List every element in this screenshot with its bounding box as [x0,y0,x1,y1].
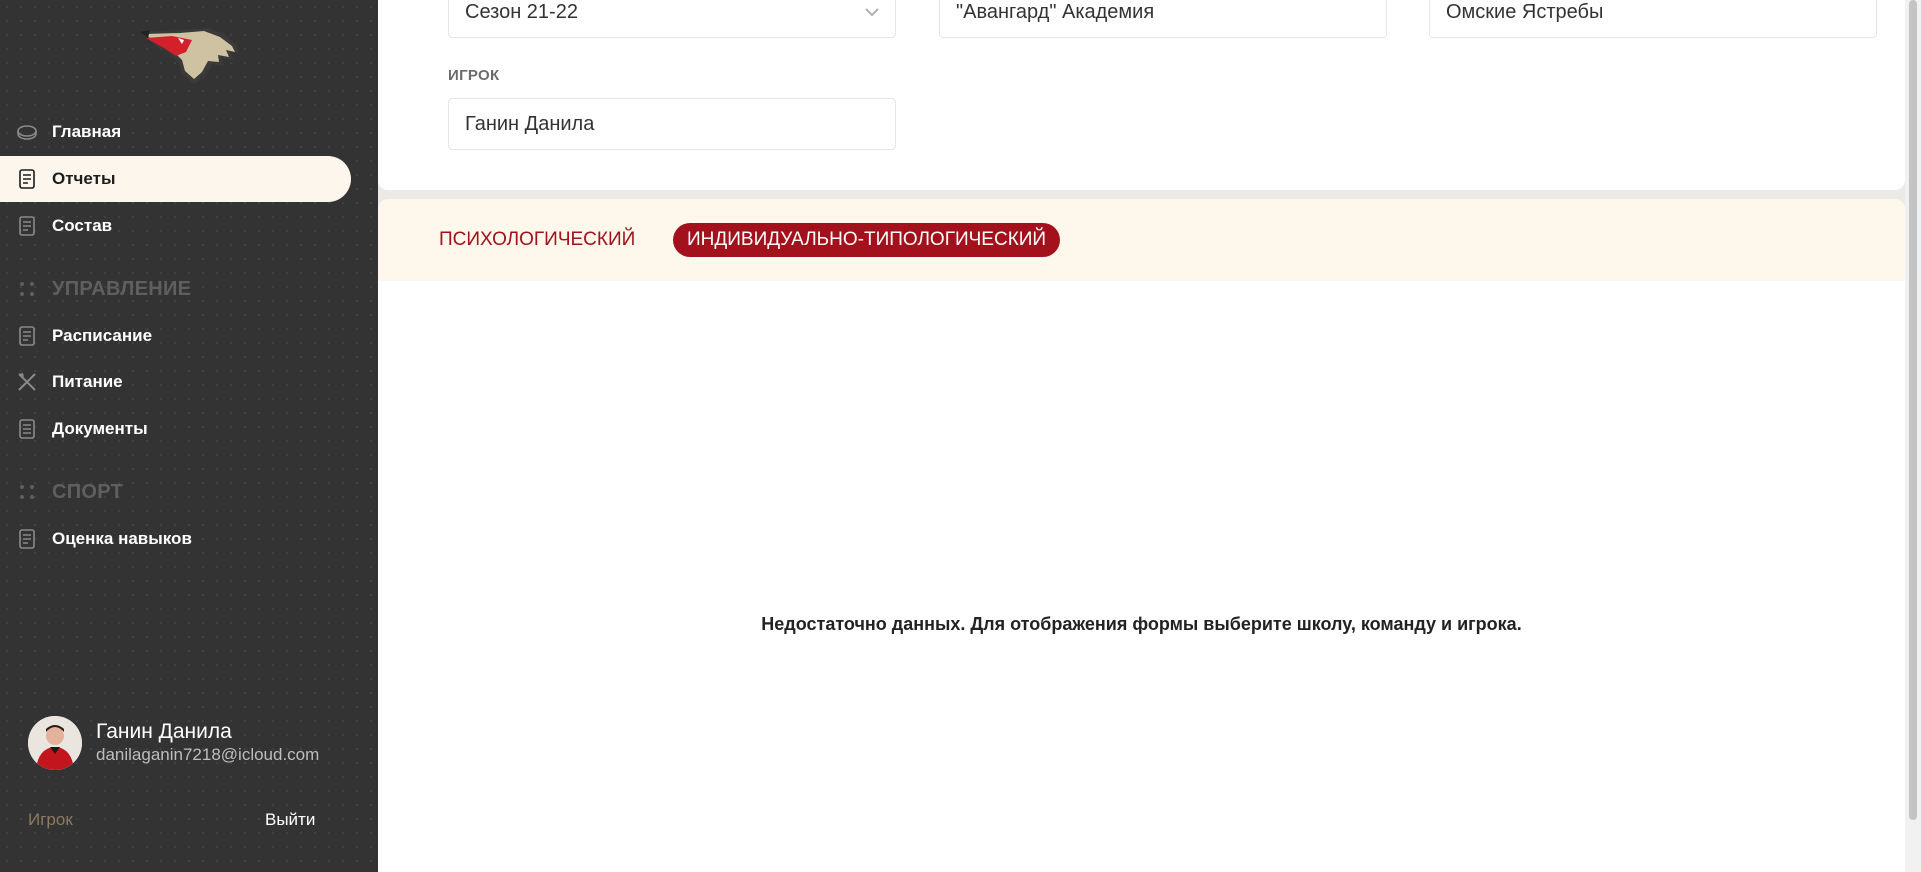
nav-item-label: Документы [52,419,148,438]
user-role: Игрок [28,810,73,829]
document-icon [16,418,38,440]
user-name: Ганин Данила [96,720,232,743]
report-icon [16,168,38,190]
nav-item-label: Состав [52,216,113,235]
nav-item-home[interactable]: Главная [0,109,351,155]
nav-item-label: Оценка навыков [52,529,192,548]
scrollbar-thumb[interactable] [1909,0,1917,820]
nav-item-label: Питание [52,372,123,391]
chevron-down-icon [865,8,879,17]
tab-psychological[interactable]: ПСИХОЛОГИЧЕСКИЙ [439,223,635,257]
filters-card: Сезон 21-22 "Авангард" Академия Омские Я… [378,0,1905,190]
team-field[interactable]: Омские Ястребы [1429,0,1877,38]
section-heading-label: СПОРТ [52,480,124,503]
player-field[interactable]: Ганин Данила [448,98,896,150]
nav-item-roster[interactable]: Состав [0,203,351,249]
skills-icon [16,528,38,550]
nav-item-nutrition[interactable]: Питание [0,359,351,405]
user-email: danilaganin7218@icloud.com [96,745,320,764]
grip-icon [20,282,34,296]
report-card: ПСИХОЛОГИЧЕСКИЙ ИНДИВИДУАЛЬНО-ТИПОЛОГИЧЕ… [378,199,1905,872]
avatar[interactable] [28,716,82,770]
roster-icon [16,215,38,237]
school-field[interactable]: "Авангард" Академия [939,0,1387,38]
grip-icon [20,485,34,499]
fork-knife-icon [16,371,38,393]
empty-state-message: Недостаточно данных. Для отображения фор… [761,614,1522,634]
section-heading-management: УПРАВЛЕНИЕ [16,274,191,304]
tab-individual-typological[interactable]: ИНДИВИДУАЛЬНО-ТИПОЛОГИЧЕСКИЙ [673,223,1061,257]
tabs-bar: ПСИХОЛОГИЧЕСКИЙ ИНДИВИДУАЛЬНО-ТИПОЛОГИЧЕ… [378,199,1905,281]
school-field-value: "Авангард" Академия [956,0,1155,23]
page-scrollbar[interactable] [1905,0,1921,872]
nav-item-label: Отчеты [52,169,116,188]
hawk-logo-icon[interactable] [138,26,242,86]
schedule-icon [16,325,38,347]
section-heading-sport: СПОРТ [16,477,123,507]
player-field-label: ИГРОК [448,67,500,84]
section-heading-label: УПРАВЛЕНИЕ [52,277,192,300]
nav-item-documents[interactable]: Документы [0,406,351,452]
season-select[interactable]: Сезон 21-22 [448,0,896,38]
puck-icon [16,121,38,143]
season-select-value: Сезон 21-22 [465,0,578,23]
team-field-value: Омские Ястребы [1446,0,1604,23]
nav-item-label: Главная [52,122,122,141]
logout-button[interactable]: Выйти [265,810,315,830]
sidebar: Главная Отчеты Состав УПРАВЛЕНИЕ Расписа… [0,0,378,872]
user-info: Ганин Данила danilaganin7218@icloud.com [96,720,319,766]
user-profile: Ганин Данила danilaganin7218@icloud.com [28,716,319,770]
nav-item-skills[interactable]: Оценка навыков [0,516,351,562]
nav-item-label: Расписание [52,326,153,345]
nav-item-reports[interactable]: Отчеты [0,156,351,202]
player-field-value: Ганин Данила [465,112,595,135]
nav-item-schedule[interactable]: Расписание [0,313,351,359]
